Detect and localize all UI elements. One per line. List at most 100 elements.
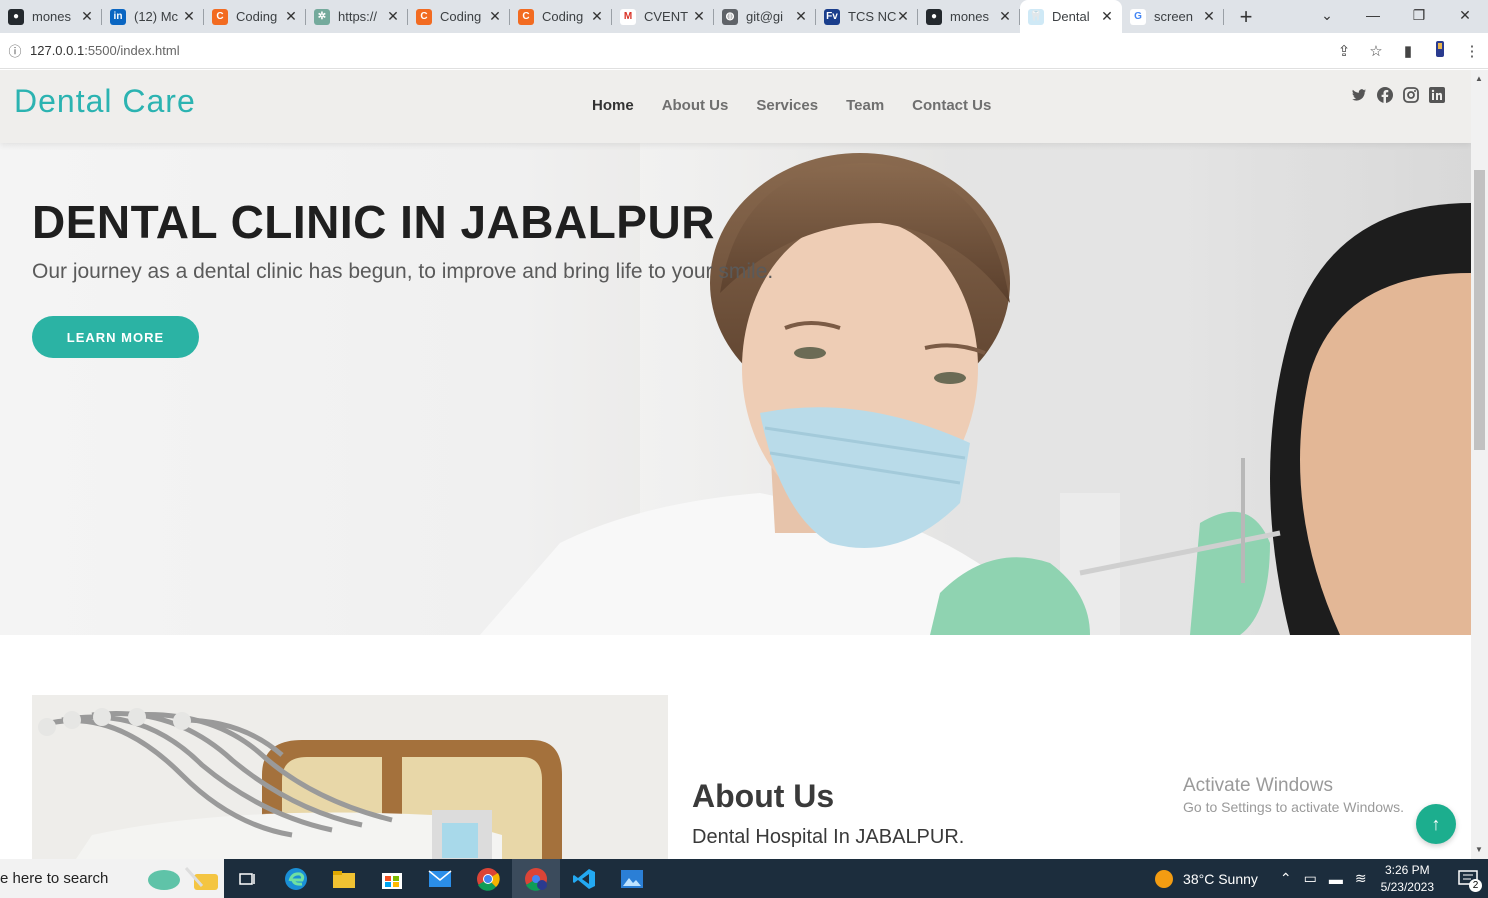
activate-title: Activate Windows	[1183, 775, 1333, 796]
browser-tab[interactable]: C Coding ✕	[408, 0, 510, 33]
tab-close-icon[interactable]: ✕	[590, 8, 604, 25]
side-panel-icon[interactable]: ▮	[1392, 42, 1424, 60]
search-highlight-icon	[148, 867, 218, 890]
weather-text[interactable]: 38°C Sunny	[1183, 871, 1258, 887]
show-hidden-icons-icon[interactable]: ⌃	[1280, 870, 1292, 887]
tab-close-icon[interactable]: ✕	[896, 8, 910, 25]
scroll-down-arrow-icon[interactable]: ▼	[1475, 845, 1483, 854]
nav-home[interactable]: Home	[592, 97, 634, 114]
browser-tab[interactable]: Fv TCS NC ✕	[816, 0, 918, 33]
tab-title: TCS NC	[848, 9, 896, 24]
browser-tab[interactable]: ● mones ✕	[0, 0, 102, 33]
coding-icon: C	[518, 8, 534, 25]
window-controls: ⌄ — ❐ ✕	[1304, 0, 1488, 30]
nav-contact-us[interactable]: Contact Us	[912, 97, 991, 114]
chrome-icon[interactable]	[464, 859, 512, 898]
tab-close-icon[interactable]: ✕	[794, 8, 808, 25]
browser-tab[interactable]: 🦷 Dental ✕	[1020, 0, 1122, 33]
photos-icon[interactable]	[608, 859, 656, 898]
linkedin-icon[interactable]	[1429, 87, 1445, 103]
site-logo[interactable]: Dental Care	[14, 83, 196, 120]
nav-about-us[interactable]: About Us	[662, 97, 729, 114]
notification-center-icon[interactable]: 2	[1448, 859, 1488, 898]
activate-subtitle: Go to Settings to activate Windows.	[1183, 799, 1404, 815]
page-scrollbar[interactable]: ▲ ▼	[1471, 70, 1488, 859]
nav-team[interactable]: Team	[846, 97, 884, 114]
gmail-icon: M	[620, 8, 636, 25]
restore-icon[interactable]: ❐	[1396, 0, 1442, 30]
facebook-icon[interactable]	[1377, 87, 1393, 103]
tab-title: (12) Mc	[134, 9, 179, 24]
tab-close-icon[interactable]: ✕	[692, 8, 706, 25]
mail-icon[interactable]	[416, 859, 464, 898]
learn-more-button[interactable]: LEARN MORE	[32, 316, 199, 358]
coding-icon: C	[212, 8, 228, 25]
profile-avatar[interactable]	[1424, 39, 1456, 63]
task-view-icon[interactable]	[224, 859, 272, 898]
clock-date: 5/23/2023	[1380, 879, 1434, 894]
scrollbar-thumb[interactable]	[1474, 170, 1485, 450]
browser-tab[interactable]: Gscreen ✕	[1122, 0, 1224, 33]
site-info-icon[interactable]: ⓘ	[0, 41, 30, 60]
wifi-icon[interactable]: ≋	[1355, 870, 1367, 887]
browser-tab[interactable]: in (12) Mc ✕	[102, 0, 204, 33]
tab-close-icon[interactable]: ✕	[1202, 8, 1216, 25]
hero-subtitle: Our journey as a dental clinic has begun…	[32, 260, 774, 283]
chatgpt-icon: ✲	[314, 8, 330, 25]
browser-tab[interactable]: ● mones ✕	[918, 0, 1020, 33]
twitter-icon[interactable]	[1351, 87, 1367, 103]
new-tab-button[interactable]: +	[1224, 4, 1268, 30]
weather-sun-icon	[1155, 869, 1174, 888]
hero-title: DENTAL CLINIC IN JABALPUR	[32, 196, 715, 248]
browser-tab-strip: ● mones ✕ in (12) Mc ✕ C Coding ✕ ✲ https://✕ C Codi…	[0, 0, 1488, 33]
about-dental-chair-image	[32, 695, 668, 859]
bookmark-star-icon[interactable]: ☆	[1360, 42, 1392, 60]
about-subtitle: Dental Hospital In JABALPUR.	[692, 826, 965, 848]
tab-title: Coding	[440, 9, 482, 24]
scroll-up-arrow-icon[interactable]: ▲	[1475, 74, 1483, 83]
coding-icon: C	[416, 8, 432, 25]
tab-search-icon[interactable]: ⌄	[1304, 0, 1350, 30]
back-to-top-button[interactable]: ↑	[1416, 804, 1456, 844]
browser-tab[interactable]: C Coding ✕	[510, 0, 612, 33]
url-path: :5500/index.html	[84, 43, 180, 58]
share-icon[interactable]: ⇪	[1328, 42, 1360, 60]
edge-icon[interactable]	[272, 859, 320, 898]
taskbar-clock[interactable]: 3:26 PM 5/23/2023	[1381, 862, 1434, 896]
battery-icon[interactable]: ▬	[1329, 871, 1343, 887]
github-icon: ●	[8, 8, 24, 25]
tab-title: Dental	[1052, 9, 1090, 24]
browser-tab[interactable]: ✲ https:// ✕	[306, 0, 408, 33]
close-window-icon[interactable]: ✕	[1442, 0, 1488, 30]
vscode-icon[interactable]	[560, 859, 608, 898]
tab-close-icon[interactable]: ✕	[1100, 8, 1114, 25]
tab-close-icon[interactable]: ✕	[488, 8, 502, 25]
browser-tab[interactable]: C Coding ✕	[204, 0, 306, 33]
tab-close-icon[interactable]: ✕	[80, 8, 94, 25]
browser-tab[interactable]: ◍ git@gi ✕	[714, 0, 816, 33]
search-placeholder: e here to search	[0, 870, 109, 887]
nav-services[interactable]: Services	[756, 97, 818, 114]
minimize-icon[interactable]: —	[1350, 0, 1396, 30]
tab-close-icon[interactable]: ✕	[284, 8, 298, 25]
page-viewport: Dental Care Home About Us Services Team …	[0, 70, 1471, 859]
tab-title: Coding	[542, 9, 584, 24]
meet-now-icon[interactable]: ▭	[1304, 870, 1317, 887]
microsoft-store-icon[interactable]	[368, 859, 416, 898]
tab-title: screen	[1154, 9, 1194, 24]
github-icon: ●	[926, 8, 942, 25]
url-host: 127.0.0.1	[30, 43, 85, 58]
tab-close-icon[interactable]: ✕	[182, 8, 196, 25]
tab-close-icon[interactable]: ✕	[998, 8, 1012, 25]
instagram-icon[interactable]	[1403, 87, 1419, 103]
arrow-up-icon: ↑	[1431, 813, 1441, 834]
tab-close-icon[interactable]: ✕	[386, 8, 400, 25]
taskbar-search-box[interactable]: e here to search	[0, 859, 224, 898]
notification-count-badge: 2	[1469, 879, 1482, 892]
file-explorer-icon[interactable]	[320, 859, 368, 898]
url-field[interactable]: 127.0.0.1:5500/index.html	[30, 43, 1328, 58]
chrome-profile-icon[interactable]	[512, 859, 560, 898]
linkedin-icon: in	[110, 8, 126, 25]
browser-menu-icon[interactable]: ⋮	[1456, 42, 1488, 60]
browser-tab[interactable]: M CVENT ✕	[612, 0, 714, 33]
